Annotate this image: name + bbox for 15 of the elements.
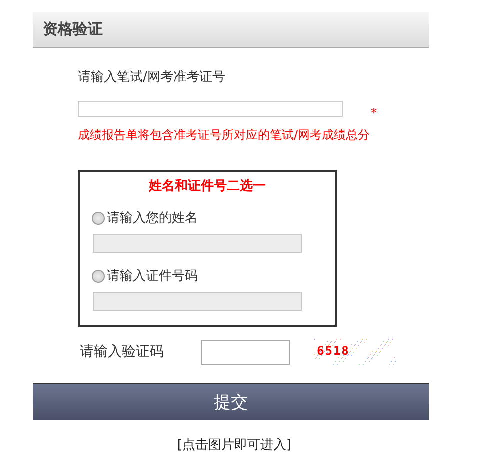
page-title: 资格验证 — [43, 20, 103, 39]
hint-text: 成绩报告单将包含准考证号所对应的笔试/网考成绩总分 — [78, 127, 372, 144]
option-label: 请输入您的姓名 — [107, 210, 198, 227]
submit-button[interactable]: 提交 — [33, 383, 429, 420]
panel-title: 姓名和证件号二选一 — [148, 178, 267, 195]
input-field[interactable] — [201, 340, 290, 364]
required-mark: * — [371, 106, 377, 120]
captcha-image[interactable]: 6518 — [314, 339, 396, 365]
radio-button[interactable] — [92, 212, 105, 224]
option-label: 请输入证件号码 — [107, 268, 198, 285]
radio-button[interactable] — [92, 270, 105, 282]
field-label: 请输入笔试/网考准考证号 — [78, 69, 226, 86]
enter-link[interactable]: [点击图片即可进入] — [177, 438, 292, 453]
input-field[interactable] — [78, 101, 343, 117]
field-label: 请输入验证码 — [80, 343, 165, 361]
